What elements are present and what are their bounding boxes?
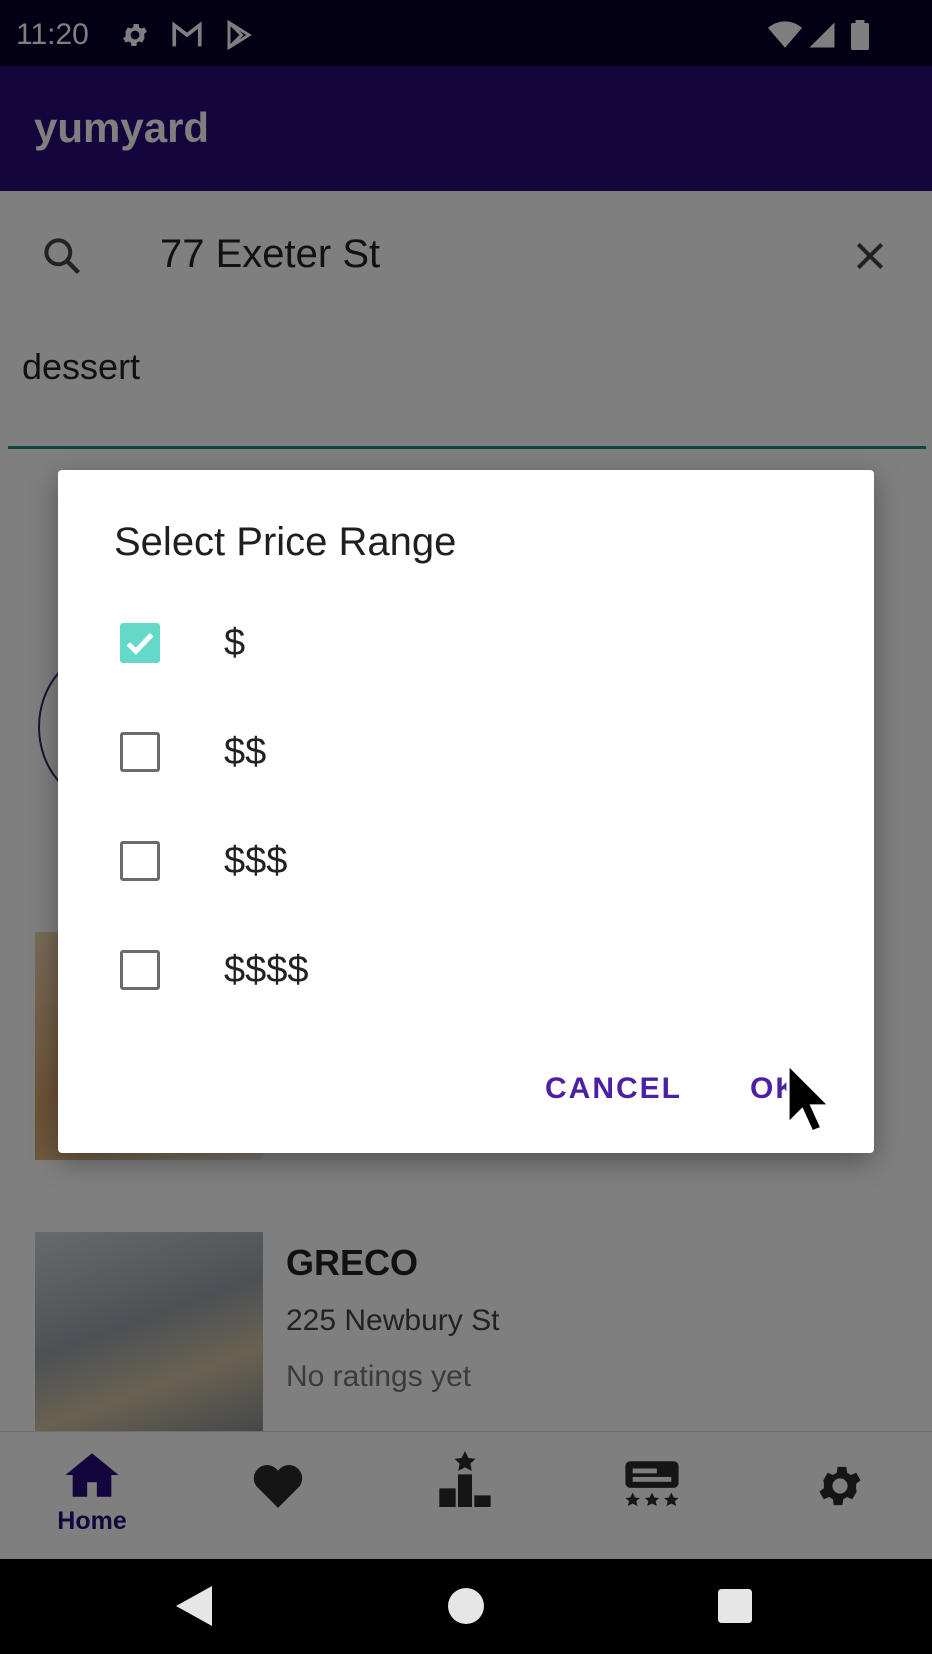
price-checkbox-3[interactable] bbox=[120, 841, 160, 881]
home-circle-icon[interactable] bbox=[448, 1588, 484, 1629]
checkmark-icon bbox=[120, 632, 160, 667]
mouse-cursor-icon bbox=[786, 1060, 834, 1139]
price-option-label[interactable]: $$$$ bbox=[224, 949, 309, 992]
price-checkbox-4[interactable] bbox=[120, 950, 160, 990]
price-range-dialog bbox=[58, 470, 874, 1153]
dialog-title: Select Price Range bbox=[114, 520, 457, 564]
cancel-button[interactable]: CANCEL bbox=[545, 1072, 682, 1106]
recents-icon[interactable] bbox=[718, 1589, 752, 1628]
price-checkbox-2[interactable] bbox=[120, 732, 160, 772]
price-option-label[interactable]: $ bbox=[224, 622, 245, 665]
price-option-label[interactable]: $$$ bbox=[224, 840, 287, 883]
price-checkbox-1[interactable] bbox=[120, 623, 160, 663]
price-option-label[interactable]: $$ bbox=[224, 731, 266, 774]
back-icon[interactable] bbox=[176, 1586, 212, 1631]
